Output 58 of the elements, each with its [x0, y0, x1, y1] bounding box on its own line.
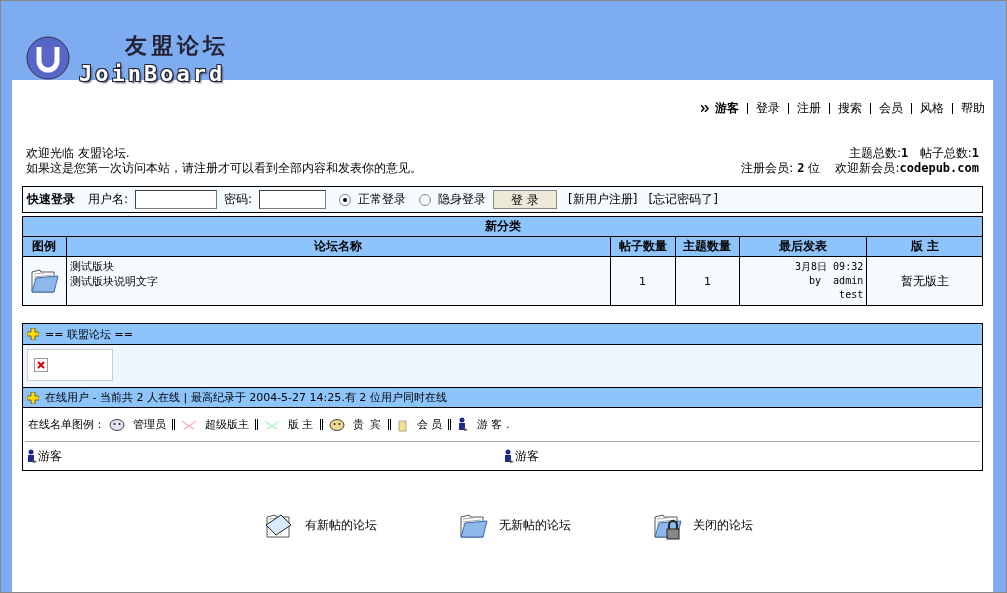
forum-cell: 测试版块 测试版块说明文字 — [66, 256, 611, 306]
legend-item: 游 客 . — [477, 417, 510, 432]
topic-post-count: 主题总数:1 帖子总数:1 — [849, 146, 979, 161]
ribbon-icon — [181, 419, 197, 430]
table-cell: 暂无版主 — [866, 256, 983, 306]
legend-item: 会 员 — [416, 417, 442, 432]
broken-image-icon — [34, 358, 48, 372]
current-user: 游客 — [715, 99, 739, 117]
column-header: 论坛名称 — [66, 236, 611, 257]
password-label: 密码: — [224, 191, 253, 208]
plus-icon[interactable] — [27, 391, 39, 404]
double-chevron-icon — [701, 104, 709, 112]
category-title: 新分类 — [22, 216, 983, 237]
section-title: == 联盟论坛 == — [45, 326, 133, 342]
legend-item: 版 主 — [288, 417, 314, 432]
section-title: 在线用户 - 当前共 2 人在线 | 最高纪录于 2004-5-27 14:25.有 2 位用户同时在线 — [45, 390, 447, 405]
logo-title: 友盟论坛 — [124, 31, 229, 60]
username-label: 用户名: — [88, 191, 129, 208]
person-icon — [502, 448, 515, 464]
legend-item: 有新帖的论坛 — [304, 516, 377, 534]
login-link[interactable]: [忘记密码了] — [648, 191, 718, 208]
member-stats: 注册会员: 2 位 欢迎新会员:codepub.com — [741, 161, 979, 176]
legend-item: 无新帖的论坛 — [498, 516, 571, 534]
radio-label: 正常登录 — [358, 191, 407, 208]
nav-link[interactable]: 搜索 — [838, 99, 862, 117]
legend-item: 超级版主 — [205, 417, 249, 432]
nav-link[interactable]: 风格 — [920, 99, 944, 117]
nav-link[interactable]: 帮助 — [961, 99, 985, 117]
legend-item: 关闭的论坛 — [692, 516, 753, 534]
online-user[interactable]: 游客 — [514, 447, 539, 465]
password-field[interactable] — [259, 190, 327, 209]
login-button[interactable]: 登 录 — [493, 190, 558, 209]
table-cell: 1 — [610, 256, 675, 306]
username-field[interactable] — [135, 190, 218, 209]
table-cell: 1 — [675, 256, 740, 306]
nav-link[interactable]: 注册 — [797, 99, 821, 117]
legend-item: 管理员 — [133, 417, 166, 432]
nav-link[interactable]: 会员 — [879, 99, 903, 117]
radio-button[interactable] — [419, 193, 432, 206]
column-header: 图例 — [22, 236, 67, 257]
login-link[interactable]: [新用户注册] — [568, 191, 638, 208]
nav-link[interactable]: 登录 — [756, 99, 780, 117]
last-post-cell: 3月8日 09:32 by admin test — [739, 256, 867, 306]
legend-item: 贵 宾 — [352, 417, 382, 432]
ribbon-icon — [264, 419, 280, 430]
person-icon — [457, 417, 469, 432]
face-icon — [109, 418, 125, 431]
logo-wordmark: JoinBoard — [79, 60, 227, 86]
plus-icon[interactable] — [27, 328, 39, 340]
online-user[interactable]: 游客 — [38, 447, 62, 465]
face-icon — [328, 418, 345, 431]
person-icon — [26, 448, 38, 464]
quick-login-title: 快速登录 — [27, 191, 75, 208]
welcome-text: 如果这是您第一次访问本站，请注册才可以看到全部内容和发表你的意见。 — [26, 161, 422, 176]
radio-label: 隐身登录 — [438, 191, 487, 208]
welcome-text: 欢迎光临 友盟论坛. — [26, 146, 130, 161]
legend-label: 在线名单图例： — [28, 417, 105, 432]
radio-button[interactable] — [339, 193, 352, 206]
